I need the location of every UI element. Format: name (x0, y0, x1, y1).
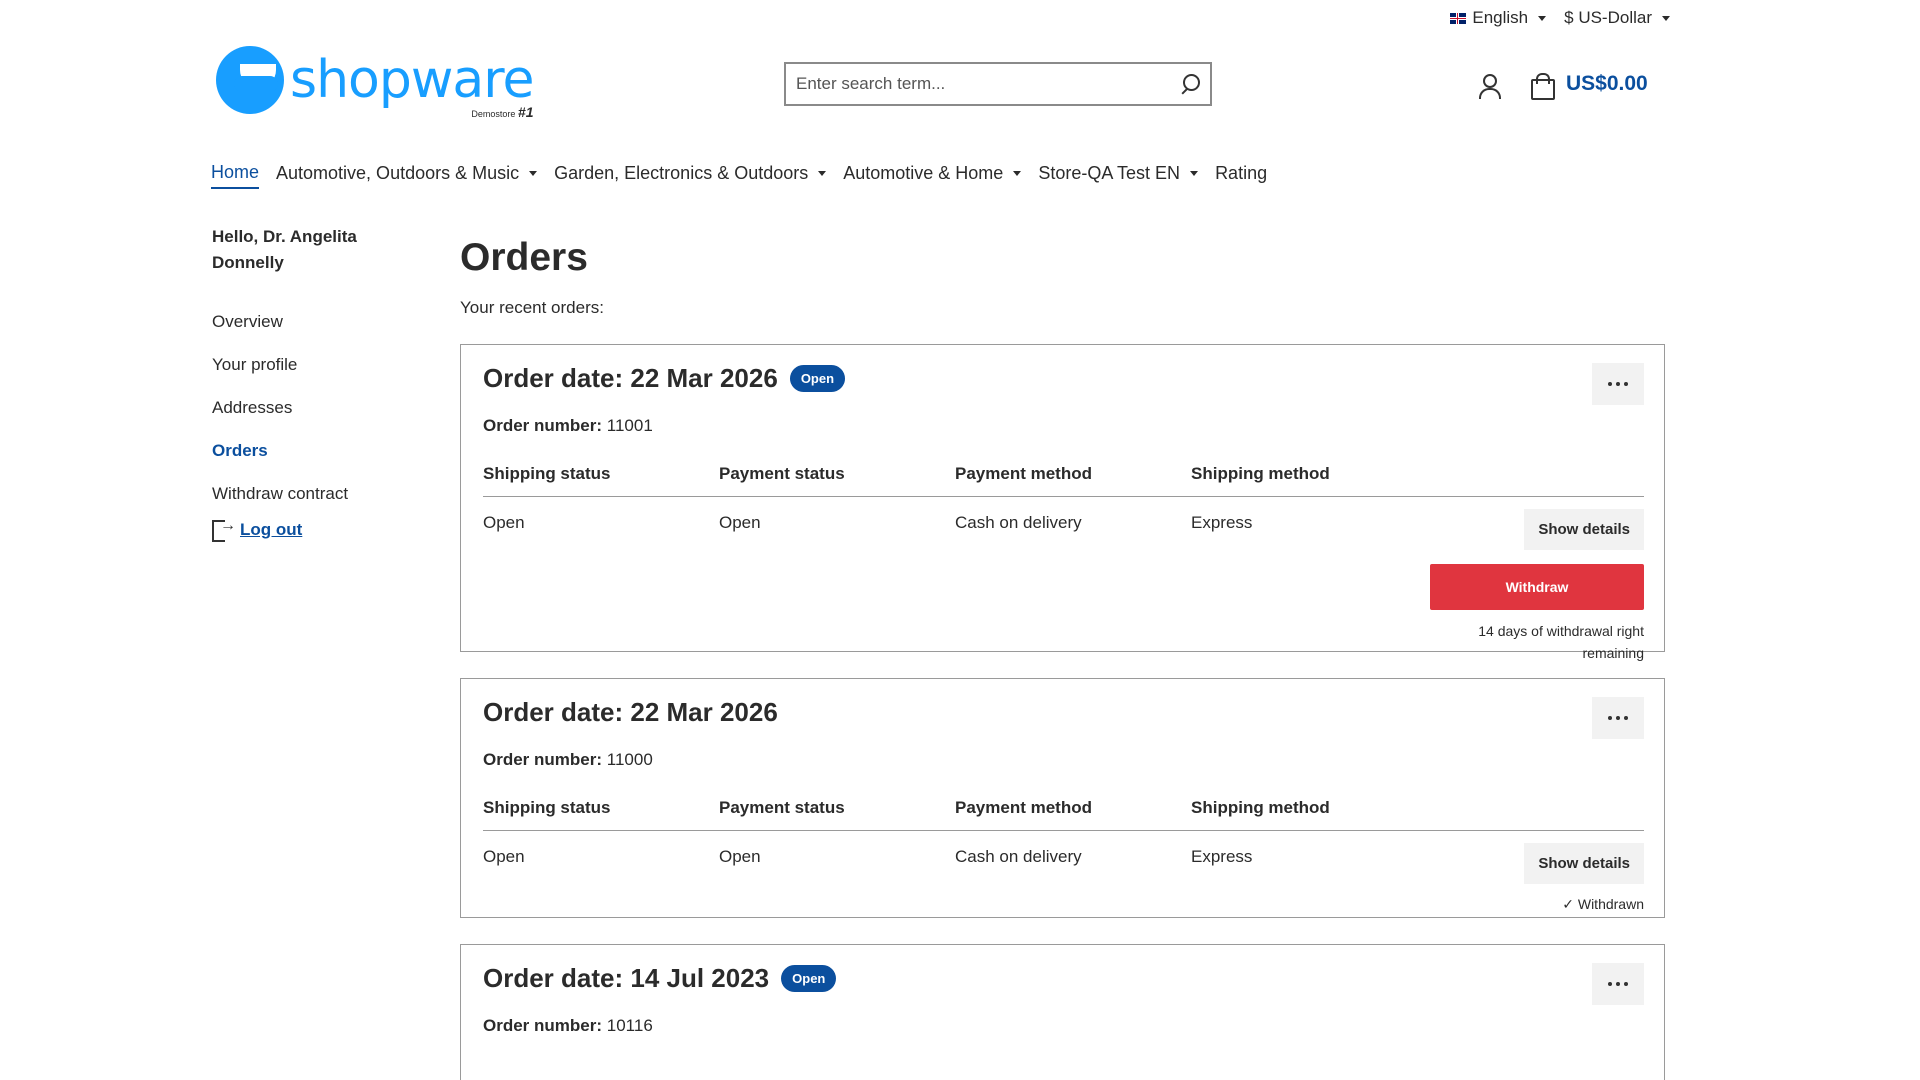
logo-wordmark: shopware Demostore #1 (290, 50, 534, 120)
orders-content: Orders Your recent orders: Order date: 2… (460, 236, 1665, 1080)
logout-link[interactable]: Log out (212, 517, 412, 542)
nav-item-automotive-home[interactable]: Automotive & Home (843, 162, 1022, 189)
order-number: Order number: 10116 (483, 1016, 653, 1035)
account-sidebar: Hello, Dr. Angelita Donnelly Overview Yo… (212, 224, 412, 542)
currency-selector[interactable]: $ US-Dollar (1564, 8, 1670, 28)
header-shipping-method: Shipping method (1191, 798, 1330, 817)
withdraw-button[interactable]: Withdraw (1430, 564, 1644, 610)
order-date: Order date: 22 Mar 2026 (483, 697, 778, 727)
nav-item-garden-electronics-outdoors[interactable]: Garden, Electronics & Outdoors (554, 162, 827, 189)
show-details-button[interactable]: Show details (1524, 509, 1644, 550)
page-title: Orders (460, 236, 588, 279)
shipping-method-value: Express (1191, 847, 1253, 866)
sidebar-item-addresses[interactable]: Addresses (212, 386, 412, 429)
main-navigation: Home Automotive, Outdoors & Music Garden… (211, 162, 1284, 189)
chevron-down-icon (1013, 171, 1022, 176)
search-box (784, 62, 1212, 106)
order-card: Order date: 22 Mar 2026 Open Order numbe… (460, 344, 1665, 661)
logout-label: Log out (240, 520, 303, 539)
order-date: Order date: 14 Jul 2023 (483, 963, 770, 993)
more-icon (1608, 716, 1612, 720)
order-table-header: Shipping status Payment status Payment m… (483, 798, 1644, 831)
header-shipping-status: Shipping status (483, 464, 611, 483)
status-badge: Open (789, 365, 846, 392)
header-shipping-method: Shipping method (1191, 464, 1330, 483)
account-icon[interactable] (1478, 74, 1501, 99)
header-payment-status: Payment status (719, 798, 845, 817)
payment-method-value: Cash on delivery (955, 847, 1082, 866)
cart-icon[interactable] (1530, 73, 1555, 100)
show-details-button[interactable]: Show details (1524, 843, 1644, 884)
nav-item-automotive-outdoors-music[interactable]: Automotive, Outdoors & Music (276, 162, 538, 189)
shopware-logo[interactable]: shopware Demostore #1 (216, 46, 534, 120)
more-icon (1608, 982, 1612, 986)
payment-status-value: Open (719, 513, 761, 532)
sidebar-item-orders[interactable]: Orders (212, 429, 412, 472)
search-icon[interactable] (1180, 74, 1200, 94)
logo-mark-icon (216, 46, 284, 114)
search-input[interactable] (796, 74, 1180, 94)
account-menu: Overview Your profile Addresses Orders W… (212, 300, 412, 515)
payment-status-value: Open (719, 847, 761, 866)
nav-item-home[interactable]: Home (211, 162, 260, 189)
order-number: Order number: 11001 (483, 416, 653, 435)
language-selector[interactable]: English (1450, 8, 1547, 28)
order-card: Order date: 22 Mar 2026 Order number: 11… (460, 678, 1665, 918)
chevron-down-icon (1662, 15, 1670, 21)
chevron-down-icon (529, 171, 538, 176)
order-table-row: Open Open Cash on delivery Express Show … (483, 509, 1644, 661)
chevron-down-icon (1190, 171, 1199, 176)
sidebar-item-withdraw-contract[interactable]: Withdraw contract (212, 472, 412, 515)
withdrawn-status: ✓ Withdrawn (1562, 896, 1644, 912)
order-actions-menu-button[interactable] (1592, 697, 1644, 739)
withdrawal-right-note: 14 days of withdrawal right remaining (1478, 623, 1644, 661)
sidebar-item-overview[interactable]: Overview (212, 300, 412, 343)
more-icon (1608, 382, 1612, 386)
logout-icon (212, 517, 236, 542)
header-shipping-status: Shipping status (483, 798, 611, 817)
order-table-row: Open Open Cash on delivery Express Show … (483, 843, 1644, 912)
language-label: English (1472, 8, 1529, 27)
shipping-method-value: Express (1191, 513, 1253, 532)
header-payment-method: Payment method (955, 798, 1092, 817)
nav-item-store-qa-test[interactable]: Store-QA Test EN (1038, 162, 1199, 189)
chevron-down-icon (818, 171, 827, 176)
top-bar: English $ US-Dollar (1450, 8, 1670, 28)
sidebar-item-profile[interactable]: Your profile (212, 343, 412, 386)
order-number: Order number: 11000 (483, 750, 653, 769)
cart-total[interactable]: US$0.00 (1566, 72, 1648, 96)
greeting: Hello, Dr. Angelita Donnelly (212, 227, 357, 272)
order-date: Order date: 22 Mar 2026 (483, 363, 778, 393)
header-payment-method: Payment method (955, 464, 1092, 483)
shipping-status-value: Open (483, 847, 525, 866)
order-actions-menu-button[interactable] (1592, 963, 1644, 1005)
header-payment-status: Payment status (719, 464, 845, 483)
currency-label: $ US-Dollar (1564, 8, 1652, 27)
page-subtitle: Your recent orders: (460, 298, 604, 317)
order-actions-menu-button[interactable] (1592, 363, 1644, 405)
order-table-header: Shipping status Payment status Payment m… (483, 464, 1644, 497)
status-badge: Open (781, 965, 837, 992)
shipping-status-value: Open (483, 513, 525, 532)
payment-method-value: Cash on delivery (955, 513, 1082, 532)
uk-flag-icon (1450, 12, 1467, 24)
order-card: Order date: 14 Jul 2023 Open Order numbe… (460, 944, 1665, 1080)
nav-item-rating[interactable]: Rating (1215, 162, 1267, 189)
chevron-down-icon (1538, 15, 1547, 21)
